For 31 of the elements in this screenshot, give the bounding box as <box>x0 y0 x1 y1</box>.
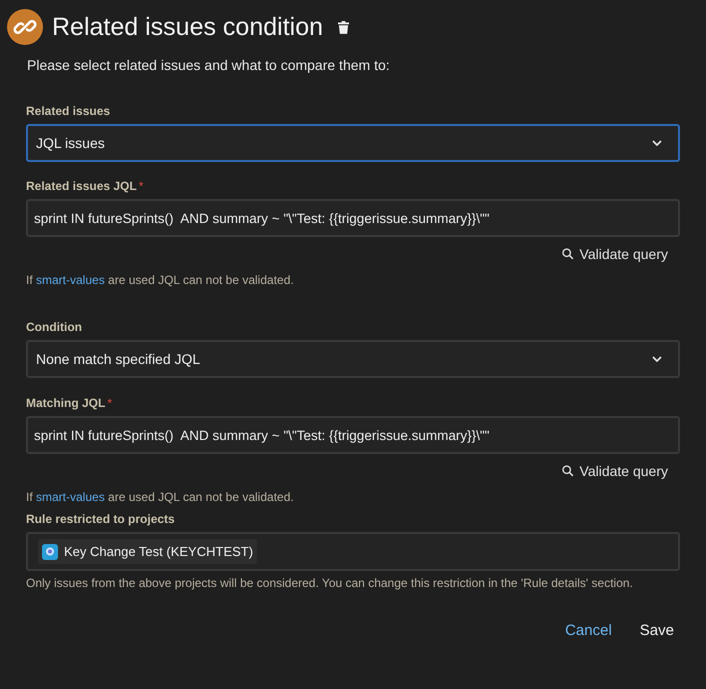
validate-query-button[interactable]: Validate query <box>562 245 668 263</box>
field-label: Condition <box>26 320 82 334</box>
select-field[interactable]: JQL issues <box>26 124 680 162</box>
jql-input-field[interactable]: sprint IN futureSprints() AND summary ~ "\"Test: {{triggerissue.summary}}\"" <box>26 199 680 237</box>
smart-values-link[interactable]: smart-values <box>36 490 105 504</box>
hint-text: If smart-values are used JQL can not be validated. <box>26 490 295 504</box>
required-mark: * <box>107 396 112 410</box>
validate-query-button[interactable]: Validate query <box>562 462 668 480</box>
select-field[interactable]: None match specified JQL <box>26 340 680 378</box>
search-icon <box>562 465 574 477</box>
note-text: Only issues from the above projects will be considered. You can change this restriction in the 'Rule details' section. <box>26 576 634 590</box>
field-label: Related issues <box>26 104 110 118</box>
field-label: Rule restricted to projects <box>26 512 175 526</box>
jql-input-field[interactable]: sprint IN futureSprints() AND summary ~ "\"Test: {{triggerissue.summary}}\"" <box>26 416 680 454</box>
subtitle: Please select related issues and what to compare them to: <box>27 57 391 74</box>
cancel-button[interactable]: Cancel <box>565 622 612 640</box>
trash-icon <box>338 20 349 34</box>
project-icon <box>42 544 58 560</box>
link-icon <box>7 9 43 45</box>
field-label: Matching JQL <box>26 396 106 410</box>
dialog-title: Related issues condition <box>52 14 323 40</box>
chevron-down-icon <box>652 356 662 362</box>
save-button[interactable]: Save <box>640 622 674 640</box>
smart-values-link[interactable]: smart-values <box>36 273 105 287</box>
field-label: Related issues JQL <box>26 179 137 193</box>
required-mark: * <box>138 179 144 193</box>
chevron-down-icon <box>652 140 662 146</box>
projects-field[interactable]: Key Change Test (KEYCHTEST) <box>26 532 680 571</box>
hint-text: If smart-values are used JQL can not be validated. <box>26 273 295 287</box>
search-icon <box>562 248 574 260</box>
project-name: Key Change Test (KEYCHTEST) <box>64 542 254 561</box>
